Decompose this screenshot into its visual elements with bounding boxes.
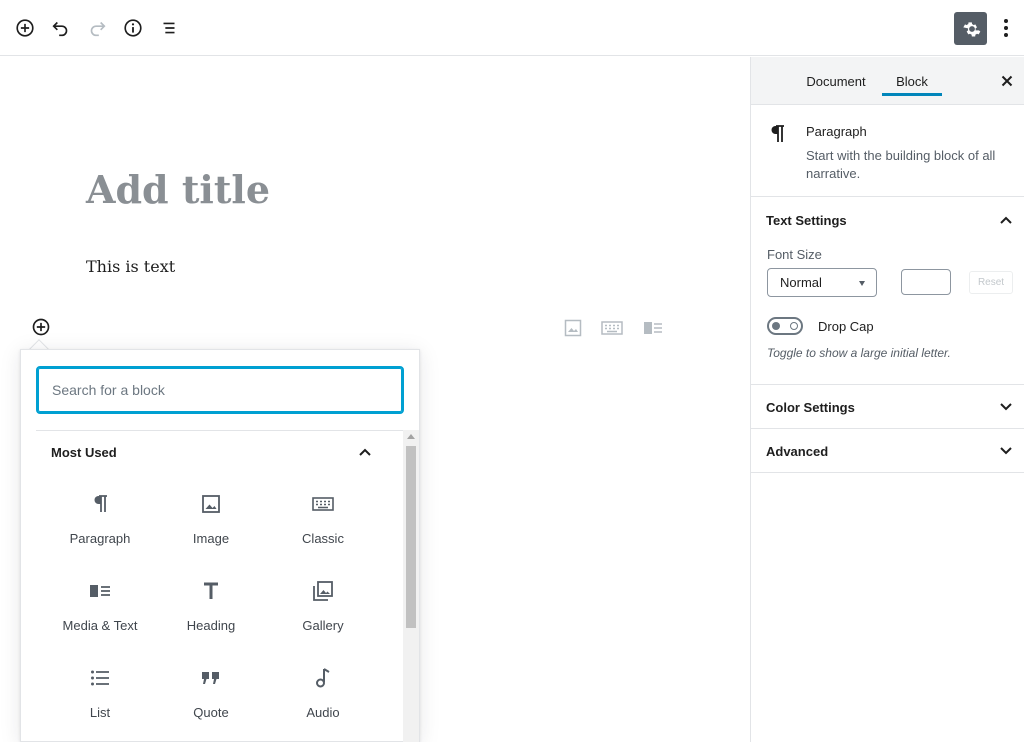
info-icon [124, 19, 142, 37]
block-item-image[interactable]: Image [155, 485, 267, 565]
block-item-heading[interactable]: Heading [155, 572, 267, 652]
undo-icon [52, 21, 68, 37]
inserter-scrollbar[interactable] [403, 430, 419, 742]
drop-cap-toggle[interactable] [767, 317, 803, 335]
more-vertical-icon [1004, 19, 1008, 37]
block-navigation-button[interactable] [155, 14, 183, 42]
advanced-toggle[interactable]: Advanced [766, 444, 828, 459]
drop-cap-help-text: Toggle to show a large initial letter. [767, 346, 951, 360]
scrollbar-thumb[interactable] [406, 446, 416, 628]
block-inserter-popover: Most Used Paragraph Image Classic Media … [20, 349, 420, 742]
media-text-icon [89, 576, 111, 606]
block-card-description: Start with the building block of all nar… [806, 148, 996, 181]
custom-font-size-input[interactable] [901, 269, 951, 295]
keyboard-icon [312, 489, 334, 519]
settings-button[interactable] [954, 12, 987, 45]
text-settings-collapse-button[interactable] [997, 211, 1015, 229]
close-sidebar-button[interactable] [998, 72, 1016, 90]
tab-block[interactable]: Block [882, 57, 942, 105]
block-item-quote[interactable]: Quote [155, 659, 267, 739]
toggle-knob [772, 322, 780, 330]
more-menu-button[interactable] [996, 14, 1016, 42]
quick-media-text-button[interactable] [642, 318, 664, 338]
audio-icon [315, 663, 331, 693]
block-item-label: Audio [306, 705, 340, 720]
block-item-label: Media & Text [62, 618, 138, 633]
plus-circle-icon [16, 19, 34, 37]
caret-down-icon [859, 281, 865, 286]
quick-classic-button[interactable] [601, 318, 623, 338]
post-title-input[interactable]: Add title [86, 167, 270, 212]
advanced-expand-button[interactable] [997, 442, 1015, 460]
font-size-value: Normal [780, 275, 822, 290]
block-card: Paragraph Start with the building block … [751, 106, 1024, 197]
advanced-panel[interactable]: Advanced [751, 429, 1024, 473]
redo-button[interactable] [83, 14, 111, 42]
gear-icon [962, 21, 980, 36]
divider [36, 430, 407, 431]
add-block-button[interactable] [11, 14, 39, 42]
text-settings-toggle[interactable]: Text Settings [766, 213, 847, 228]
block-item-label: Gallery [302, 618, 344, 633]
block-item-label: Image [192, 531, 230, 546]
list-icon [90, 663, 110, 693]
chevron-down-icon [1000, 403, 1012, 411]
block-item-label: Quote [193, 705, 229, 720]
chevron-up-icon [1000, 216, 1012, 224]
collapse-most-used-button[interactable] [355, 442, 375, 462]
editor-toolbar [0, 0, 1024, 56]
block-item-media-text[interactable]: Media & Text [44, 572, 156, 652]
block-item-classic[interactable]: Classic [267, 485, 379, 565]
block-item-label: Paragraph [69, 531, 131, 546]
font-size-reset-button[interactable]: Reset [969, 271, 1013, 294]
color-settings-toggle[interactable]: Color Settings [766, 400, 855, 415]
settings-sidebar: Document Block Paragraph Start with the … [750, 57, 1024, 742]
block-item-label: List [89, 705, 111, 720]
quote-icon [201, 663, 221, 693]
redo-icon [90, 21, 106, 37]
block-item-audio[interactable]: Audio [267, 659, 379, 739]
most-used-heading[interactable]: Most Used [51, 445, 117, 460]
image-icon [564, 319, 582, 337]
sidebar-tabs: Document Block [751, 57, 1024, 105]
chevron-up-icon [359, 448, 371, 456]
scroll-up-arrow-icon[interactable] [407, 434, 415, 439]
list-view-icon [163, 22, 175, 34]
color-settings-panel[interactable]: Color Settings [751, 385, 1024, 429]
drop-cap-label: Drop Cap [818, 319, 874, 334]
block-item-paragraph[interactable]: Paragraph [44, 485, 156, 565]
media-text-icon [644, 322, 662, 334]
content-info-button[interactable] [119, 14, 147, 42]
paragraph-icon [92, 489, 108, 519]
undo-button[interactable] [47, 14, 75, 42]
tab-document[interactable]: Document [794, 57, 878, 105]
chevron-down-icon [1000, 447, 1012, 455]
plus-circle-icon [32, 318, 50, 336]
keyboard-icon [601, 321, 623, 335]
color-settings-expand-button[interactable] [997, 398, 1015, 416]
block-item-gallery[interactable]: Gallery [267, 572, 379, 652]
block-item-label: Classic [302, 531, 344, 546]
heading-icon [203, 576, 219, 606]
gallery-icon [312, 576, 334, 606]
block-item-label: Heading [186, 618, 236, 633]
paragraph-block[interactable]: This is text [86, 257, 175, 276]
block-card-title: Paragraph [806, 124, 867, 139]
font-size-select[interactable]: Normal [767, 268, 877, 297]
block-search-input[interactable] [38, 368, 402, 412]
toggle-off-indicator-icon [790, 322, 798, 330]
block-search-field[interactable] [36, 366, 404, 414]
close-icon [1001, 75, 1013, 87]
inline-inserter-button[interactable] [30, 316, 52, 338]
block-item-list[interactable]: List [44, 659, 156, 739]
paragraph-icon [769, 124, 789, 144]
font-size-label: Font Size [767, 247, 822, 262]
quick-image-button[interactable] [562, 318, 584, 338]
image-icon [201, 489, 221, 519]
